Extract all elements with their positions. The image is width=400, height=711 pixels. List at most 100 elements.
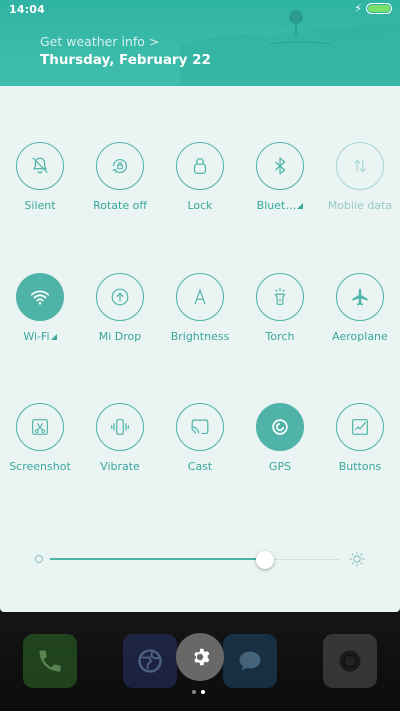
vibrate-label: Vibrate xyxy=(100,460,140,473)
lock-toggle-button[interactable] xyxy=(176,142,224,190)
toggle-silent[interactable]: Silent xyxy=(0,142,80,242)
toggle-lock[interactable]: Lock xyxy=(160,142,240,242)
vibrate-toggle-button[interactable] xyxy=(96,403,144,451)
brightness-track[interactable] xyxy=(50,551,340,569)
toggle-brightness[interactable]: Brightness xyxy=(160,273,240,373)
vibrate-label-text: Vibrate xyxy=(100,460,140,473)
weather-link[interactable]: Get weather info > xyxy=(40,34,159,49)
torch-toggle-button[interactable] xyxy=(256,273,304,321)
gps-icon xyxy=(272,419,288,435)
phone-icon[interactable] xyxy=(23,634,77,688)
toggle-torch[interactable]: Torch xyxy=(240,273,320,373)
charging-icon: ⚡ xyxy=(354,2,362,15)
mobile-data-icon xyxy=(354,159,366,173)
toggle-vibrate[interactable]: Vibrate xyxy=(80,403,160,503)
gear-icon xyxy=(194,648,210,666)
cast-label-text: Cast xyxy=(187,460,213,473)
quick-settings-panel: Silent Rotate off Lock Bluet… Mobile data Wi-… xyxy=(0,86,400,612)
status-time: 14:04 xyxy=(9,3,46,16)
buttons-icon xyxy=(352,419,368,435)
toggle-mi-drop[interactable]: Mi Drop xyxy=(80,273,160,373)
control-center-screen: 14:04 ⚡ Get weather info > Thursday, Feb… xyxy=(0,0,400,711)
lock-label: Lock xyxy=(187,199,212,212)
date-label: Thursday, February 22 xyxy=(40,52,211,68)
buttons-toggle-button[interactable] xyxy=(336,403,384,451)
page-dot[interactable] xyxy=(192,690,196,694)
mobile-data-label: Mobile data xyxy=(328,199,392,212)
torch-label-text: Torch xyxy=(265,330,295,343)
torch-icon xyxy=(274,288,286,305)
screenshot-label: Screenshot xyxy=(9,460,71,473)
rotate-lock-icon xyxy=(112,158,127,173)
page-indicator xyxy=(192,690,205,694)
lock-icon xyxy=(193,158,207,174)
messages-icon[interactable] xyxy=(223,634,277,688)
camera-icon[interactable] xyxy=(323,634,377,688)
wifi-label: Wi-Fi xyxy=(23,330,57,343)
vibrate-icon xyxy=(111,419,129,435)
rotate-off-toggle-button[interactable] xyxy=(96,142,144,190)
rotate-off-label: Rotate off xyxy=(93,199,147,212)
brightness-label: Brightness xyxy=(171,330,230,343)
brightness-slider[interactable] xyxy=(0,546,400,576)
gps-toggle-button[interactable] xyxy=(256,403,304,451)
battery-icon xyxy=(366,3,392,14)
airplane-icon xyxy=(352,288,368,306)
cast-icon xyxy=(191,419,209,435)
home-dock xyxy=(0,612,400,711)
brightness-high-icon xyxy=(349,551,365,567)
gps-label: GPS xyxy=(269,460,291,473)
toggle-buttons[interactable]: Buttons xyxy=(320,403,400,503)
wifi-label-text: Wi-Fi xyxy=(23,330,50,343)
cast-label: Cast xyxy=(188,460,212,473)
bluetooth-toggle-button[interactable] xyxy=(256,142,304,190)
more-options-icon xyxy=(297,203,304,209)
silent-label: Silent xyxy=(24,199,55,212)
auto-brightness-icon xyxy=(194,288,206,305)
lock-label-text: Lock xyxy=(187,199,213,212)
screenshot-toggle-button[interactable] xyxy=(16,403,64,451)
toggle-cast[interactable]: Cast xyxy=(160,403,240,503)
brightness-label-text: Brightness xyxy=(170,330,230,343)
screenshot-label-text: Screenshot xyxy=(9,460,71,473)
settings-gear-button[interactable] xyxy=(176,633,224,681)
mi-drop-label-text: Mi Drop xyxy=(98,330,142,343)
torch-label: Torch xyxy=(266,330,295,343)
wifi-toggle-button[interactable] xyxy=(16,273,64,321)
toggle-wifi[interactable]: Wi-Fi xyxy=(0,273,80,373)
mobile-data-label-text: Mobile data xyxy=(327,199,393,212)
brightness-thumb[interactable] xyxy=(255,551,274,569)
mi-drop-icon xyxy=(111,288,129,306)
bluetooth-label-text: Bluet… xyxy=(256,199,297,212)
toggle-bluetooth[interactable]: Bluet… xyxy=(240,142,320,242)
page-dot-active[interactable] xyxy=(201,690,205,694)
rotate-off-label-text: Rotate off xyxy=(93,199,147,212)
aeroplane-toggle-button[interactable] xyxy=(336,273,384,321)
bluetooth-label: Bluet… xyxy=(257,199,304,212)
bluetooth-icon xyxy=(275,157,286,175)
brightness-fill xyxy=(50,558,265,560)
bell-off-icon xyxy=(32,157,48,174)
wifi-icon xyxy=(30,290,50,305)
cast-toggle-button[interactable] xyxy=(176,403,224,451)
silent-label-text: Silent xyxy=(24,199,56,212)
browser-icon[interactable] xyxy=(123,634,177,688)
toggle-screenshot[interactable]: Screenshot xyxy=(0,403,80,503)
buttons-label: Buttons xyxy=(339,460,382,473)
toggle-aeroplane[interactable]: Aeroplane xyxy=(320,273,400,373)
toggle-gps[interactable]: GPS xyxy=(240,403,320,503)
toggle-mobile-data[interactable]: Mobile data xyxy=(320,142,400,242)
brightness-toggle-button[interactable] xyxy=(176,273,224,321)
mobile-data-toggle-button[interactable] xyxy=(336,142,384,190)
brightness-low-icon xyxy=(35,555,43,563)
mi-drop-label: Mi Drop xyxy=(99,330,142,343)
aeroplane-label: Aeroplane xyxy=(332,330,388,343)
mi-drop-toggle-button[interactable] xyxy=(96,273,144,321)
aeroplane-label-text: Aeroplane xyxy=(332,330,388,343)
screenshot-icon xyxy=(32,419,48,435)
toggle-rotate-off[interactable]: Rotate off xyxy=(80,142,160,242)
silent-toggle-button[interactable] xyxy=(16,142,64,190)
buttons-label-text: Buttons xyxy=(338,460,382,473)
gps-label-text: GPS xyxy=(268,460,292,473)
status-icons: ⚡ xyxy=(354,3,392,14)
